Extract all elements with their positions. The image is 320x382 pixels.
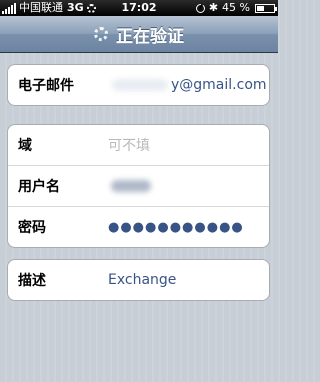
- email-redacted-area: [112, 79, 168, 91]
- description-row[interactable]: 描述 Exchange: [8, 260, 269, 300]
- loading-spinner-icon: [94, 27, 108, 41]
- domain-row[interactable]: 域 可不填: [8, 125, 269, 165]
- email-group: 电子邮件 y@gmail.com: [7, 64, 270, 106]
- description-group: 描述 Exchange: [7, 259, 270, 301]
- battery-fill: [257, 5, 264, 11]
- battery-percent: 45 %: [222, 1, 250, 14]
- email-label: 电子邮件: [18, 78, 74, 94]
- domain-field[interactable]: 可不填: [108, 135, 150, 155]
- password-field[interactable]: ●●●●●●●●●●●: [108, 220, 244, 235]
- email-field[interactable]: y@gmail.com: [171, 77, 267, 93]
- battery-icon: [255, 3, 277, 13]
- status-bar: 中国联通 3G 17:02 ✱ 45 %: [0, 0, 278, 16]
- username-row[interactable]: 用户名: [8, 165, 269, 206]
- bluetooth-icon: ✱: [208, 1, 219, 14]
- description-label: 描述: [18, 273, 46, 289]
- orientation-lock-icon: [195, 3, 205, 13]
- account-group: 域 可不填 用户名 密码 ●●●●●●●●●●●: [7, 124, 270, 248]
- description-field[interactable]: Exchange: [108, 272, 176, 288]
- email-row[interactable]: 电子邮件 y@gmail.com: [8, 65, 269, 105]
- username-field[interactable]: [111, 180, 151, 192]
- page-title: 正在验证: [116, 26, 184, 47]
- password-row[interactable]: 密码 ●●●●●●●●●●●: [8, 206, 269, 247]
- status-right: ✱ 45 %: [195, 0, 277, 16]
- password-label: 密码: [18, 220, 46, 236]
- username-label: 用户名: [18, 179, 60, 195]
- domain-label: 域: [18, 138, 32, 154]
- navigation-bar: 正在验证: [0, 16, 278, 53]
